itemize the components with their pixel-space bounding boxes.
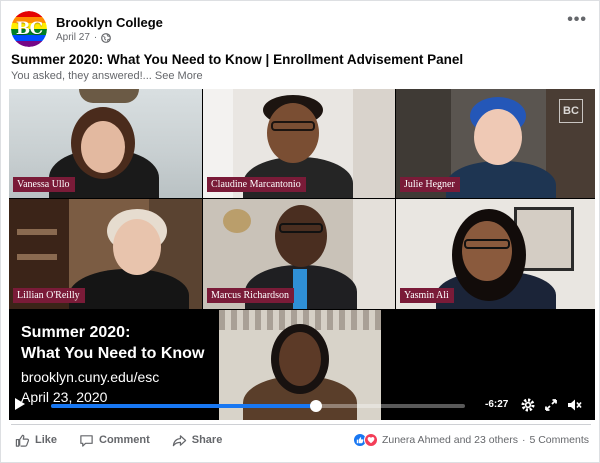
like-button[interactable]: Like [15, 433, 57, 448]
progress-bar[interactable] [51, 400, 465, 412]
logo-watermark: BC [559, 99, 583, 123]
fullscreen-icon[interactable] [543, 397, 559, 413]
love-reaction-icon [363, 433, 378, 447]
like-icon [15, 433, 30, 448]
overlay-subtitle: What You Need to Know [21, 345, 205, 362]
see-more-link[interactable]: See More [155, 70, 203, 82]
avatar-letters: BC [15, 19, 43, 39]
play-icon[interactable] [15, 398, 25, 410]
reactions-summary: Zunera Ahmed and 23 others · 5 Comments [352, 431, 589, 449]
video-controls: -6:27 [9, 390, 595, 420]
participant-name: Marcus Richardson [207, 288, 295, 303]
page-name[interactable]: Brooklyn College [56, 15, 163, 30]
more-icon[interactable]: ••• [567, 11, 587, 29]
page-avatar[interactable]: BC [11, 11, 47, 47]
progress-fill [51, 404, 316, 408]
participant-name: Claudine Marcantonio [207, 177, 306, 192]
video-player[interactable]: Vanessa Ullo Claudine Marcantonio BC Jul… [9, 89, 595, 420]
participant-name: Vanessa Ullo [13, 177, 75, 192]
settings-icon[interactable] [520, 397, 536, 413]
comment-label: Comment [99, 434, 150, 446]
participant-tile: Yasmin Ali [396, 199, 595, 309]
comment-button[interactable]: Comment [79, 433, 150, 448]
post-title: Summer 2020: What You Need to Know | Enr… [11, 52, 464, 67]
facebook-post: BC Brooklyn College April 27 · ••• Summe… [0, 0, 600, 463]
participant-tile: Marcus Richardson [203, 199, 395, 309]
post-subtitle-text: You asked, they answered!... [11, 70, 152, 82]
overlay-title: Summer 2020: [21, 324, 131, 341]
overlay-url: brooklyn.cuny.edu/esc [21, 369, 160, 385]
progress-thumb[interactable] [309, 400, 322, 412]
participant-tile: BC Julie Hegner [396, 89, 595, 198]
comment-icon [79, 433, 94, 448]
time-remaining: -6:27 [485, 399, 509, 410]
participant-tile: Vanessa Ullo [9, 89, 202, 198]
participant-name: Lillian O'Reilly [13, 288, 85, 303]
post-subtitle: You asked, they answered!... See More [11, 70, 203, 82]
post-meta: April 27 · [56, 32, 112, 43]
share-button[interactable]: Share [172, 433, 223, 448]
like-label: Like [35, 434, 58, 446]
post-actions: Like Comment Share [15, 431, 222, 449]
globe-icon [101, 32, 112, 43]
reaction-icons[interactable] [352, 433, 378, 447]
post-date[interactable]: April 27 [56, 32, 90, 43]
comments-count[interactable]: 5 Comments [529, 434, 589, 446]
divider [11, 424, 591, 425]
participant-tile: Claudine Marcantonio [203, 89, 395, 198]
participant-name: Yasmin Ali [400, 288, 454, 303]
share-label: Share [191, 434, 223, 446]
participant-tile: Lillian O'Reilly [9, 199, 202, 309]
participant-name: Julie Hegner [400, 177, 460, 192]
volume-icon[interactable] [566, 397, 582, 413]
reactions-text[interactable]: Zunera Ahmed and 23 others [382, 434, 518, 446]
share-icon [172, 433, 187, 448]
